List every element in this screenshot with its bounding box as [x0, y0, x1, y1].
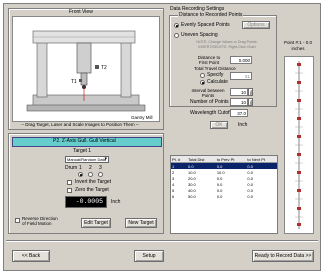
- uneven-note: NOTE: Change Values or Drag Points. INSE…: [196, 40, 258, 49]
- ok-button[interactable]: OK: [210, 121, 228, 129]
- target-label: Target 1: [73, 148, 92, 154]
- points-table[interactable]: Pt. # Total Dist to Prev Pt to Next Pt 1…: [170, 155, 278, 234]
- num-points-label: Number of Points: [190, 99, 229, 105]
- mode-select[interactable]: Manual/Random Data ▾: [65, 156, 109, 163]
- chevron-down-icon: ▾: [104, 156, 107, 162]
- readout-display: -0.0005: [65, 196, 107, 208]
- new-target-button[interactable]: New Target: [125, 218, 157, 228]
- setup-button[interactable]: Setup: [134, 250, 164, 262]
- target-label-t2: T2: [101, 65, 107, 71]
- invert-target-checkbox[interactable]: [67, 180, 72, 185]
- drum-label: Drum: [65, 165, 78, 171]
- total-travel-label: Total Travel Distance: [194, 66, 236, 71]
- calculate-label: Calculate: [207, 79, 228, 85]
- interval-spinner[interactable]: ↕: [248, 88, 253, 96]
- front-view-title: Front View: [69, 9, 93, 15]
- drum-option-3: 3: [99, 165, 102, 171]
- distance-group-title: Distance to Recorded Points: [178, 12, 244, 18]
- axis-title: P2. Z-Axis Gull. Gull Vertical: [53, 138, 116, 144]
- interval-field[interactable]: 10: [230, 88, 248, 96]
- unit-label: Inch: [238, 122, 248, 128]
- specify-radio[interactable]: [200, 73, 205, 78]
- options-button[interactable]: Options: [242, 21, 270, 29]
- num-points-spinner[interactable]: ↕: [248, 98, 253, 106]
- gantry-mill-drawing: T2 T1 Gantry Mill: [26, 30, 153, 120]
- bottom-divider: [6, 240, 318, 242]
- edit-target-button[interactable]: Edit Target: [81, 218, 111, 228]
- wavelength-label: Wavelength Cutoff: [190, 110, 231, 116]
- distance-first-field[interactable]: 0.000: [230, 56, 252, 64]
- drum-radio-1[interactable]: [78, 172, 83, 177]
- front-view-panel: Front View T2 T1 Gantry Mill -- Drag Tar…: [8, 8, 164, 130]
- machine-label: Gantry Mill: [131, 115, 153, 120]
- mode-select-value: Manual/Random Data: [67, 157, 106, 162]
- wavelength-field[interactable]: 37.0: [230, 109, 248, 117]
- interval-label: Interval between Points: [191, 88, 225, 98]
- point-scale[interactable]: [284, 56, 314, 234]
- calculate-radio[interactable]: [200, 80, 205, 85]
- readout-unit: Inch: [111, 199, 121, 205]
- readout-value: -0.0005: [75, 198, 103, 205]
- drum-option-2: 2: [89, 165, 92, 171]
- zero-target-label: Zero the Target: [75, 187, 109, 193]
- drum-option-1: 1: [79, 165, 82, 171]
- table-row[interactable]: 6 50.0 0.0 0.0: [171, 193, 277, 199]
- drum-radio-2[interactable]: [88, 172, 93, 177]
- specify-label: Specify: [207, 72, 224, 78]
- point-label: Point #:1 - 0.0 inches: [283, 40, 313, 51]
- uneven-spacing-radio[interactable]: [174, 33, 179, 38]
- axis-setup-panel: P2. Z-Axis Gull. Gull Vertical Target 1 …: [8, 133, 164, 234]
- specify-field[interactable]: 51: [230, 72, 252, 80]
- back-button[interactable]: << Back: [12, 250, 50, 262]
- front-view-canvas[interactable]: T2 T1 Gantry Mill: [12, 16, 160, 122]
- main-window: Front View T2 T1 Gantry Mill -- Drag Tar…: [3, 3, 321, 271]
- evenly-spaced-radio[interactable]: [174, 23, 179, 28]
- distance-group: Distance to Recorded Points Evenly Space…: [169, 12, 277, 107]
- ready-to-record-button[interactable]: Ready to Record Data >>: [252, 250, 314, 262]
- front-view-caption: -- Drag Target, Laser and Scale Images t…: [21, 122, 139, 127]
- drum-radio-3[interactable]: [98, 172, 103, 177]
- point-scale-chart: [295, 61, 303, 229]
- invert-target-label: Invert the Target: [75, 179, 112, 185]
- distance-first-label: Distance to First Point: [197, 55, 221, 65]
- num-points-field[interactable]: 10: [230, 98, 248, 106]
- axis-title-bar: P2. Z-Axis Gull. Gull Vertical: [12, 137, 162, 147]
- reverse-direction-checkbox[interactable]: [15, 218, 20, 223]
- target-label-t1: T1: [71, 79, 77, 85]
- zero-target-checkbox[interactable]: [67, 188, 72, 193]
- evenly-spaced-label: Evenly Spaced Points: [181, 22, 230, 28]
- uneven-spacing-label: Uneven Spacing: [181, 32, 218, 38]
- reverse-direction-label: Reverse Direction of Field Motion: [22, 216, 58, 226]
